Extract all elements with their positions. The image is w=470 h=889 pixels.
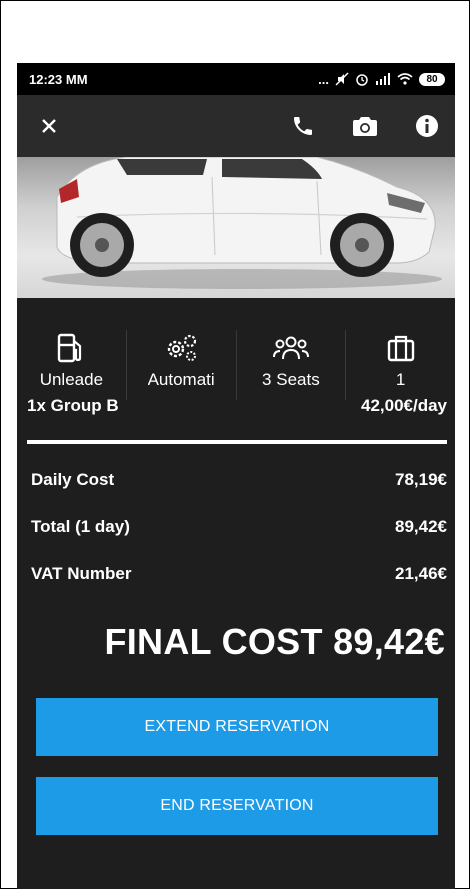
cost-list: Daily Cost 78,19€ Total (1 day) 89,42€ V… [17, 470, 455, 611]
status-indicators: ... 80 [318, 72, 445, 87]
wifi-icon [397, 73, 413, 85]
cost-label: VAT Number [31, 564, 132, 583]
luggage-icon [386, 330, 416, 366]
fuel-icon [56, 330, 86, 366]
divider [27, 440, 447, 444]
cost-row-daily: Daily Cost 78,19€ [17, 470, 455, 517]
mute-icon [335, 72, 349, 86]
feature-seats: 3 Seats [237, 330, 347, 400]
cost-value: 21,46€ [395, 564, 447, 583]
cost-label: Daily Cost [31, 470, 115, 489]
cost-value: 78,19€ [395, 470, 447, 489]
cost-row-vat: VAT Number 21,46€ [17, 564, 455, 611]
feature-transmission-label: Automati [147, 370, 215, 389]
cost-value: 89,42€ [395, 517, 447, 536]
info-icon[interactable] [411, 110, 443, 142]
feature-fuel-label: Unleade [39, 370, 104, 389]
feature-luggage-label: 1 [395, 370, 406, 389]
feature-fuel: Unleade [17, 330, 127, 400]
toolbar [17, 95, 455, 157]
car-illustration [42, 157, 442, 289]
group-label: 1x Group B [27, 396, 119, 415]
close-icon[interactable] [33, 110, 65, 142]
status-bar: 12:23 MM ... 80 [17, 63, 455, 95]
feature-seats-label: 3 Seats [262, 370, 320, 389]
phone-screen: 12:23 MM ... 80 Unleade Automati 3 Seats… [17, 63, 455, 889]
phone-icon[interactable] [287, 110, 319, 142]
feature-luggage: 1 [346, 330, 455, 400]
status-time: 12:23 MM [29, 71, 88, 87]
cost-row-total: Total (1 day) 89,42€ [17, 517, 455, 564]
camera-icon[interactable] [349, 110, 381, 142]
status-dots: ... [318, 71, 329, 87]
screenshot-frame: 12:23 MM ... 80 Unleade Automati 3 Seats… [0, 0, 470, 889]
group-price: 42,00€/day [360, 396, 447, 415]
signal-icon [376, 73, 390, 85]
extend-reservation-button[interactable]: EXTEND RESERVATION [36, 698, 438, 756]
toolbar-actions [287, 110, 443, 142]
people-icon [272, 330, 310, 366]
car-photo [17, 157, 455, 298]
feature-transmission: Automati [127, 330, 237, 400]
final-cost: FINAL COST 89,42€ [104, 621, 445, 662]
battery-badge: 80 [419, 72, 445, 86]
car-features: Unleade Automati 3 Seats 1 [17, 330, 455, 400]
cost-label: Total (1 day) [31, 517, 130, 536]
alarm-icon [356, 74, 368, 86]
end-reservation-button[interactable]: END RESERVATION [36, 777, 438, 835]
gears-icon [163, 330, 199, 366]
